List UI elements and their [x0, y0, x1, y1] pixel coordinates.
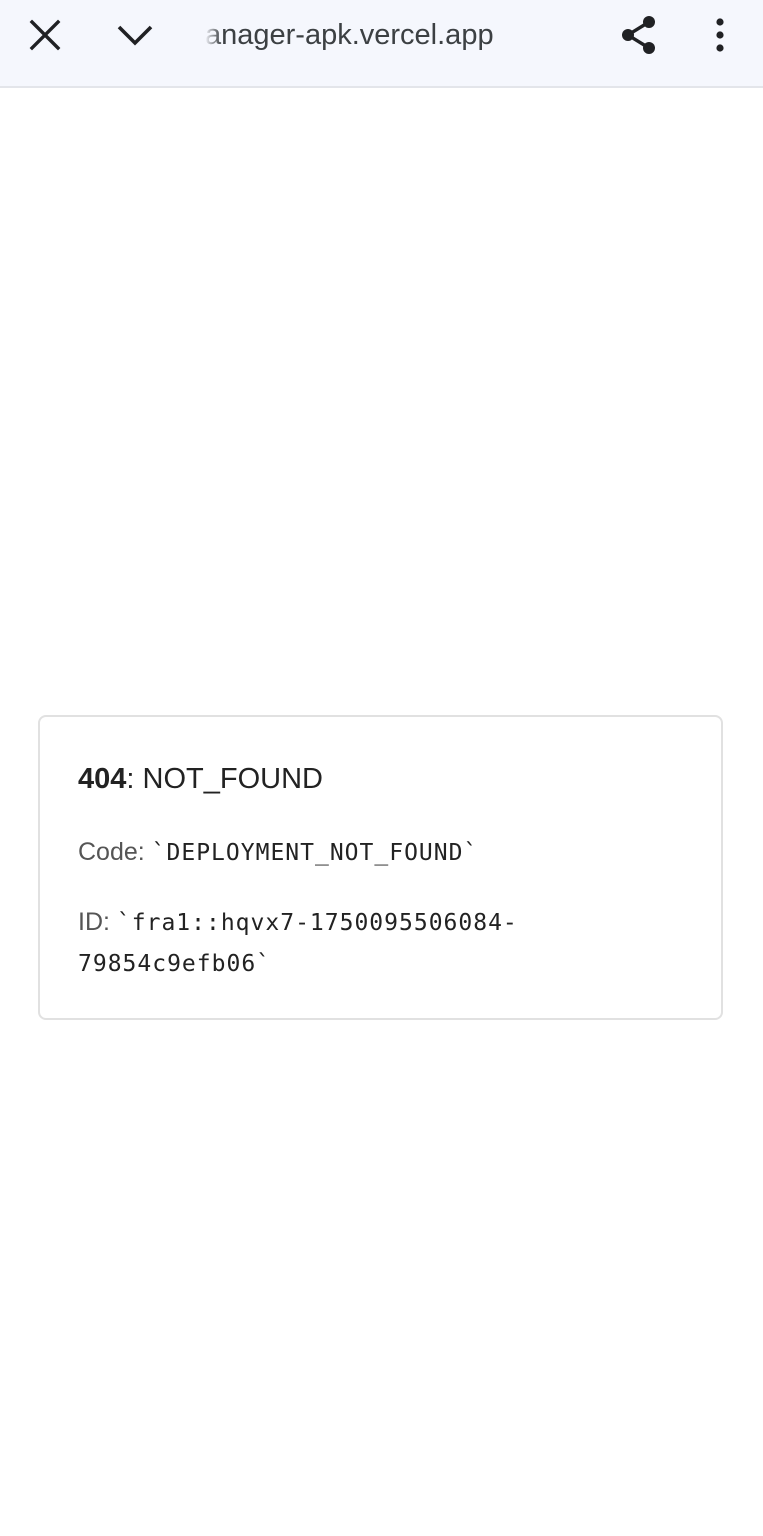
error-code-line: Code: `DEPLOYMENT_NOT_FOUND`	[78, 832, 478, 873]
more-options-button[interactable]	[685, 0, 755, 70]
browser-toolbar: anager-apk.vercel.app	[0, 0, 763, 88]
error-status-text: NOT_FOUND	[142, 763, 323, 795]
url-text: anager-apk.vercel.app	[205, 19, 494, 51]
error-id-label: ID:	[78, 908, 117, 936]
error-id-value-part2: 79854c9efb06`	[78, 951, 272, 977]
more-vert-icon	[716, 18, 724, 52]
chevron-down-icon	[117, 25, 153, 46]
url-bar[interactable]: anager-apk.vercel.app	[205, 14, 585, 56]
share-icon	[622, 16, 655, 54]
error-id-line: ID: `fra1::hqvx7-1750095506084-79854c9ef…	[78, 902, 698, 984]
collapse-button[interactable]	[100, 0, 170, 70]
error-heading: 404: NOT_FOUND	[78, 759, 323, 799]
error-code-value: `DEPLOYMENT_NOT_FOUND`	[151, 840, 479, 866]
error-status-separator: :	[126, 763, 143, 795]
close-icon	[29, 19, 61, 51]
error-id-value-part1: `fra1::hqvx7-1750095506084-	[116, 910, 518, 936]
error-card: 404: NOT_FOUND Code: `DEPLOYMENT_NOT_FOU…	[38, 715, 723, 1020]
error-status-code: 404	[78, 763, 127, 795]
close-button[interactable]	[10, 0, 80, 70]
share-button[interactable]	[604, 0, 674, 70]
error-code-label: Code:	[78, 838, 152, 866]
url-fade	[205, 14, 221, 56]
